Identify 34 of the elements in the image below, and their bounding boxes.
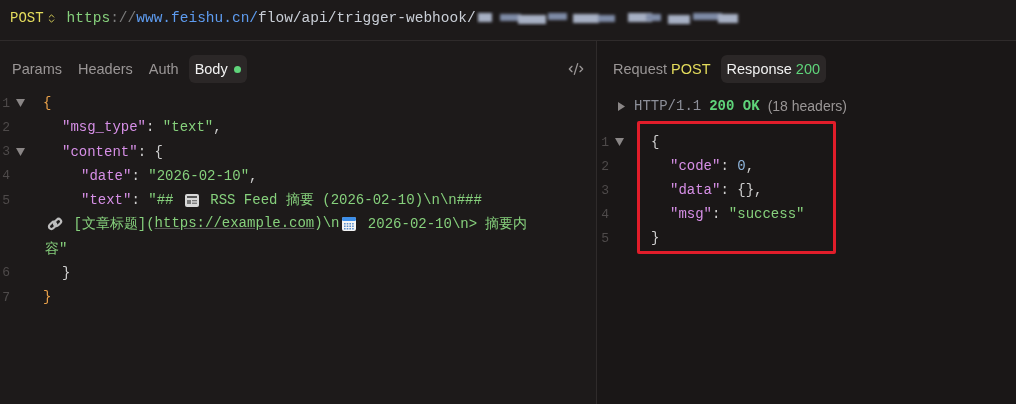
code-text: {	[651, 134, 660, 150]
url-text[interactable]: https://www.feishu.cn/flow/api/trigger-webhook/	[66, 10, 476, 26]
code-text: RSS Feed 摘要 (2026-02-10)\n\n###	[209, 191, 482, 210]
code-text: [文章标题](https://example.com)\n	[72, 215, 340, 234]
code-text: "text": "##	[81, 192, 175, 209]
code-text: }	[62, 264, 71, 281]
code-text: 容"	[45, 239, 68, 258]
tab[interactable]: Request POST	[607, 55, 717, 83]
code-text: {	[43, 95, 52, 112]
tab[interactable]: Headers	[71, 55, 139, 83]
calendar-icon	[341, 216, 358, 233]
status-code: 200 OK	[709, 98, 760, 114]
code-text: 2026-02-10\n> 摘要内	[366, 215, 528, 234]
code-text: "msg_type": "text",	[62, 119, 222, 136]
code-text: }	[43, 289, 52, 306]
newspaper-icon	[183, 192, 200, 208]
method-select[interactable]: POST	[10, 10, 57, 26]
header-count: (18 headers)	[767, 98, 848, 114]
tab[interactable]: Auth	[142, 55, 185, 83]
tab[interactable]: Response 200	[720, 55, 827, 83]
tab[interactable]: Body	[188, 55, 247, 83]
fold-icon[interactable]	[615, 138, 624, 146]
code-text: "msg": "success"	[670, 206, 805, 222]
code-text: }	[651, 230, 660, 246]
code-text: "date": "2026-02-10",	[81, 167, 258, 184]
code-text: "data": {},	[670, 182, 763, 198]
code-text: "code": 0,	[670, 158, 755, 174]
code-text: "content": {	[62, 143, 163, 160]
fold-icon[interactable]	[16, 147, 25, 156]
fold-icon[interactable]	[16, 99, 25, 108]
link-icon	[47, 216, 63, 233]
tab[interactable]: Params	[6, 55, 68, 83]
protocol-text: HTTP/1.1	[634, 98, 702, 114]
expand-icon[interactable]	[617, 101, 626, 111]
